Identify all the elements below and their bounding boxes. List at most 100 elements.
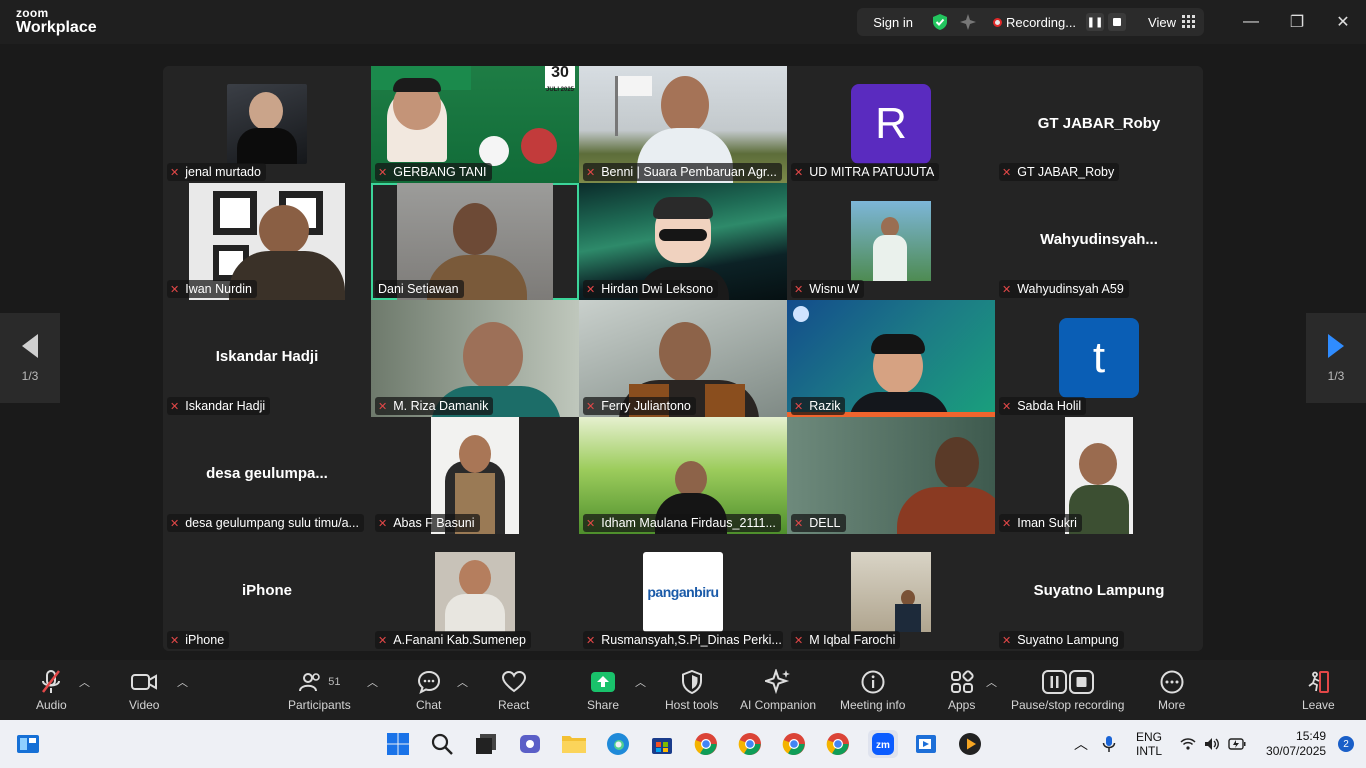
show-hidden-icons-chevron-icon[interactable]: ︿ <box>1074 734 1088 754</box>
participant-tile[interactable]: GT JABAR_Roby ✕ GT JABAR_Roby <box>995 66 1203 183</box>
participant-tile[interactable]: Wahyudinsyah... ✕ Wahyudinsyah A59 <box>995 183 1203 300</box>
participant-tile[interactable]: ✕ M Iqbal Farochi <box>787 534 995 651</box>
mic-muted-icon: ✕ <box>170 166 180 179</box>
meeting-info-label: Meeting info <box>840 698 906 712</box>
wifi-icon[interactable] <box>1180 737 1196 751</box>
participant-tile[interactable]: ✕ Hirdan Dwi Leksono <box>579 183 787 300</box>
participant-tile[interactable]: ✕ Ferry Juliantono <box>579 300 787 417</box>
media-player-app[interactable] <box>956 730 984 758</box>
task-view-button[interactable] <box>472 730 500 758</box>
ai-companion-label: AI Companion <box>740 698 817 712</box>
participant-name: Iwan Nurdin <box>185 282 252 296</box>
host-tools-button[interactable]: Host tools <box>665 668 718 712</box>
recording-status: Recording... <box>1005 14 1077 30</box>
participant-tile[interactable]: Iskandar Hadji ✕ Iskandar Hadji <box>163 300 371 417</box>
meeting-info-button[interactable]: Meeting info <box>840 668 905 712</box>
zoom-app-active[interactable]: zm <box>868 730 898 758</box>
store-app[interactable] <box>648 730 676 758</box>
chrome-app-1[interactable] <box>692 730 720 758</box>
participant-tile[interactable]: desa geulumpa... ✕ desa geulumpang sulu t… <box>163 417 371 534</box>
microphone-icon[interactable] <box>1102 735 1116 753</box>
participant-tile[interactable]: ✕ Iman Sukri <box>995 417 1203 534</box>
close-icon: ✕ <box>1336 14 1350 31</box>
more-label: More <box>1158 698 1186 712</box>
apps-options-chevron-icon[interactable]: ︿ <box>986 674 997 690</box>
brand-line1: zoom <box>16 6 49 20</box>
chat-button[interactable]: Chat <box>416 668 441 712</box>
chrome-app-2[interactable] <box>736 730 764 758</box>
widgets-button[interactable] <box>14 730 42 758</box>
stop-recording-button[interactable] <box>1108 13 1127 31</box>
pause-stop-recording-button[interactable]: Pause/stop recording <box>1011 668 1124 712</box>
participant-tile[interactable]: panganbiru ✕ Rusmansyah,S.Pi_Dinas Perki.… <box>579 534 787 651</box>
start-button[interactable] <box>384 730 412 758</box>
more-button[interactable]: More <box>1158 668 1185 712</box>
video-options-chevron-icon[interactable]: ︿ <box>177 674 188 690</box>
host-tools-label: Host tools <box>665 698 719 712</box>
sign-in-button[interactable]: Sign in <box>873 15 913 30</box>
leave-button[interactable]: Leave <box>1302 668 1335 712</box>
windows-logo-icon <box>387 733 409 755</box>
video-button[interactable]: Video <box>129 668 159 712</box>
chrome-app-4[interactable] <box>824 730 852 758</box>
chat-options-chevron-icon[interactable]: ︿ <box>457 674 468 690</box>
ai-companion-button[interactable]: AI Companion <box>740 668 816 712</box>
notification-badge[interactable]: 2 <box>1338 736 1355 752</box>
view-button[interactable]: View <box>1148 15 1196 30</box>
participant-tile[interactable]: ✕ Benni | Suara Pembaruan Agr... <box>579 66 787 183</box>
react-button[interactable]: React <box>498 668 529 712</box>
participant-tile[interactable]: ✕ DELL <box>787 417 995 534</box>
clock-time: 15:49 <box>1296 729 1327 743</box>
meet-app[interactable] <box>516 730 544 758</box>
participants-button[interactable]: 51 Participants <box>288 668 351 712</box>
participant-tile[interactable]: 30 JULI 2025 ✕ GERBANG TANI <box>371 66 579 183</box>
participant-tile[interactable]: ✕ Abas F Basuni <box>371 417 579 534</box>
presentation-app[interactable] <box>912 730 940 758</box>
participant-tile[interactable]: R ✕ UD MITRA PATUJUTA <box>787 66 995 183</box>
poster-month: JULI 2025 <box>545 87 575 93</box>
mic-muted-icon: ✕ <box>794 283 804 296</box>
mic-muted-icon: ✕ <box>794 400 804 413</box>
apps-button[interactable]: Apps <box>948 668 975 712</box>
participant-name: Suyatno Lampung <box>1017 633 1119 647</box>
chrome-icon <box>738 733 761 755</box>
audio-button[interactable]: Audio <box>36 668 67 712</box>
mic-muted-icon: ✕ <box>170 400 180 413</box>
minimize-button[interactable]: — <box>1228 0 1274 44</box>
audio-options-chevron-icon[interactable]: ︿ <box>79 674 90 690</box>
clock[interactable]: 15:49 30/07/2025 <box>1266 729 1326 759</box>
participant-tile-active-speaker[interactable]: Dani Setiawan <box>371 183 579 300</box>
participant-name: Rusmansyah,S.Pi_Dinas Perki... <box>601 633 782 647</box>
participant-tile[interactable]: ✕ jenal murtado <box>163 66 371 183</box>
edge-browser-app[interactable] <box>604 730 632 758</box>
participant-tile[interactable]: ✕ Razik <box>787 300 995 417</box>
search-button[interactable] <box>428 730 456 758</box>
speaker-icon[interactable] <box>1204 737 1220 751</box>
input-language[interactable]: ENG INTL <box>1136 730 1162 758</box>
participant-tile[interactable]: ✕ A.Fanani Kab.Sumenep <box>371 534 579 651</box>
participant-tile[interactable]: ✕ Iwan Nurdin <box>163 183 371 300</box>
previous-page-button[interactable]: 1/3 <box>0 313 60 403</box>
restore-button[interactable]: ❐ <box>1274 0 1320 44</box>
participant-tile[interactable]: Suyatno Lampung ✕ Suyatno Lampung <box>995 534 1203 651</box>
language-code: ENG <box>1136 730 1163 744</box>
file-explorer-app[interactable] <box>560 730 588 758</box>
participant-tile[interactable]: ✕ Idham Maulana Firdaus_2111... <box>579 417 787 534</box>
participant-name: Iman Sukri <box>1017 516 1077 530</box>
close-button[interactable]: ✕ <box>1320 0 1366 44</box>
battery-icon[interactable] <box>1228 738 1246 750</box>
widgets-icon <box>17 735 39 753</box>
participant-tile[interactable]: iPhone ✕ iPhone <box>163 534 371 651</box>
participant-tile[interactable]: ✕ M. Riza Damanik <box>371 300 579 417</box>
video-camera-icon <box>131 674 158 690</box>
security-shield-icon[interactable] <box>931 13 949 31</box>
participants-options-chevron-icon[interactable]: ︿ <box>367 674 378 690</box>
participant-tile[interactable]: t ✕ Sabda Holil <box>995 300 1203 417</box>
share-button[interactable]: Share <box>587 668 619 712</box>
chrome-app-3[interactable] <box>780 730 808 758</box>
pause-recording-button[interactable]: ❚❚ <box>1086 13 1105 31</box>
share-options-chevron-icon[interactable]: ︿ <box>635 674 646 690</box>
participant-tile[interactable]: ✕ Wisnu W <box>787 183 995 300</box>
next-page-button[interactable]: 1/3 <box>1306 313 1366 403</box>
ai-sparkle-icon[interactable] <box>959 13 977 31</box>
